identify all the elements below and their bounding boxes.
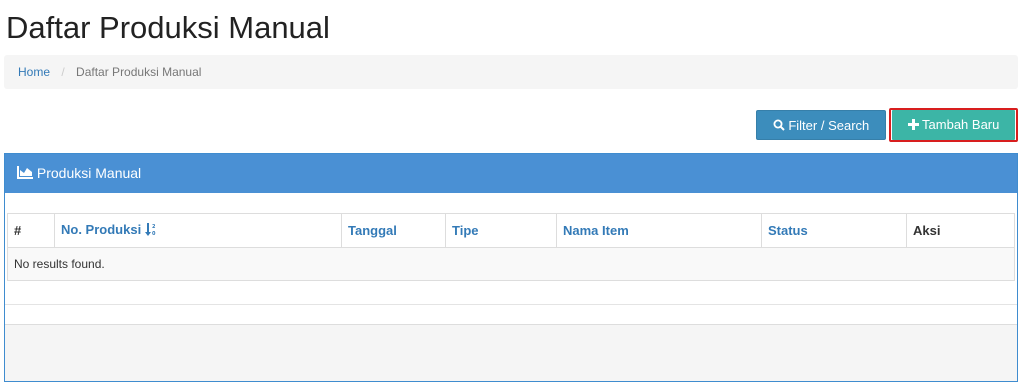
production-panel: Produksi Manual # No. Produksi 20 Tangga… xyxy=(4,153,1018,382)
add-button-highlight: Tambah Baru xyxy=(889,108,1018,142)
breadcrumb: Home / Daftar Produksi Manual xyxy=(4,55,1018,89)
filter-search-label: Filter / Search xyxy=(788,118,870,133)
add-new-button[interactable]: Tambah Baru xyxy=(892,110,1015,140)
column-nama-item[interactable]: Nama Item xyxy=(556,213,762,248)
sort-numeric-asc-icon: 20 xyxy=(144,222,157,239)
column-tipe[interactable]: Tipe xyxy=(445,213,557,248)
page-title: Daftar Produksi Manual xyxy=(6,10,330,45)
column-status[interactable]: Status xyxy=(761,213,907,248)
column-no-produksi[interactable]: No. Produksi 20 xyxy=(54,213,342,248)
search-icon xyxy=(773,112,785,142)
svg-text:2: 2 xyxy=(152,224,156,230)
filter-search-button[interactable]: Filter / Search xyxy=(756,110,886,140)
panel-heading: Produksi Manual xyxy=(5,154,1017,193)
table-header-row: # No. Produksi 20 Tanggal Tipe Nama Item… xyxy=(7,213,1015,248)
breadcrumb-home-link[interactable]: Home xyxy=(18,65,50,79)
production-table: # No. Produksi 20 Tanggal Tipe Nama Item… xyxy=(7,213,1015,281)
panel-footer xyxy=(5,325,1017,381)
column-tanggal[interactable]: Tanggal xyxy=(341,213,446,248)
breadcrumb-current: Daftar Produksi Manual xyxy=(76,65,202,79)
column-number: # xyxy=(7,213,55,248)
area-chart-icon xyxy=(17,155,33,194)
plus-icon xyxy=(907,111,919,141)
column-no-produksi-label: No. Produksi xyxy=(61,222,142,238)
add-new-label: Tambah Baru xyxy=(922,117,1000,132)
divider xyxy=(5,304,1017,305)
table-row: No results found. xyxy=(7,247,1015,281)
column-aksi: Aksi xyxy=(906,213,1015,248)
breadcrumb-separator: / xyxy=(61,65,65,79)
svg-text:0: 0 xyxy=(152,231,156,236)
empty-message: No results found. xyxy=(7,247,1015,281)
panel-title: Produksi Manual xyxy=(36,165,142,181)
